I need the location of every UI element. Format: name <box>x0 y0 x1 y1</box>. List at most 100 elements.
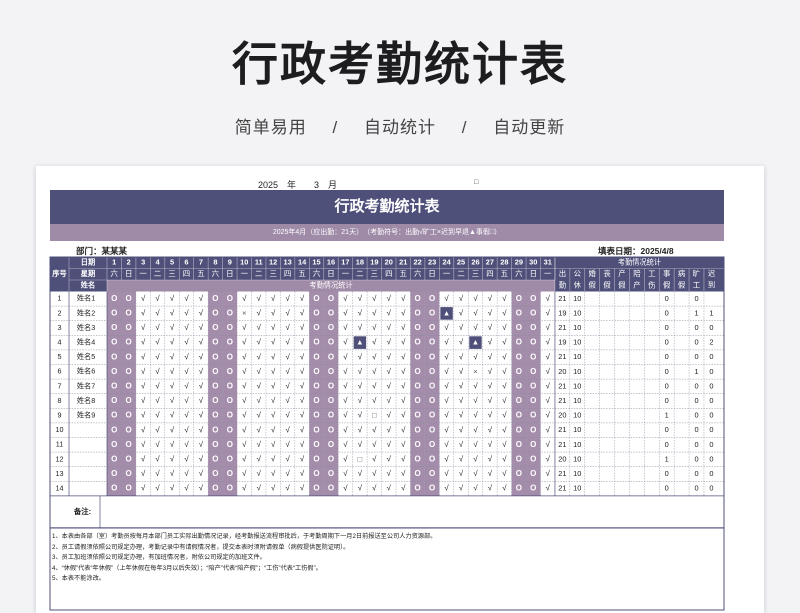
row-number: 3 <box>58 323 62 332</box>
rest-mark: O <box>516 425 522 434</box>
present-mark: √ <box>199 411 204 420</box>
rest-mark: O <box>328 309 334 318</box>
present-mark: √ <box>242 425 247 434</box>
day-number: 9 <box>228 258 232 267</box>
present-mark: √ <box>444 484 449 493</box>
day-number: 26 <box>471 258 479 267</box>
present-mark: √ <box>155 440 160 449</box>
present-mark: √ <box>546 308 551 317</box>
present-mark: √ <box>343 469 348 478</box>
present-mark: √ <box>170 411 175 420</box>
employee-name: 姓名7 <box>77 381 95 390</box>
stat-value: 0 <box>665 425 669 434</box>
rest-mark: O <box>415 338 421 347</box>
present-mark: √ <box>546 425 551 434</box>
present-mark: √ <box>358 469 363 478</box>
rest-mark: O <box>313 338 319 347</box>
present-mark: √ <box>285 454 290 463</box>
present-mark: √ <box>170 396 175 405</box>
weekday-label: 一 <box>139 269 147 278</box>
name-header: 姓名 <box>81 281 95 290</box>
rest-mark: O <box>126 367 132 376</box>
rest-mark: O <box>429 323 435 332</box>
stat-header: 勤 <box>559 281 566 290</box>
rest-mark: O <box>328 396 334 405</box>
present-mark: √ <box>170 425 175 434</box>
rest-mark: O <box>212 469 218 478</box>
present-mark: √ <box>473 294 478 303</box>
present-mark: √ <box>141 338 146 347</box>
weekday-label: 四 <box>385 269 392 278</box>
present-mark: √ <box>502 323 507 332</box>
stat-value: 0 <box>709 440 713 449</box>
rest-mark: O <box>227 323 233 332</box>
rest-mark: O <box>429 455 435 464</box>
employee-name: 姓名2 <box>77 308 95 317</box>
present-mark: √ <box>546 469 551 478</box>
present-mark: √ <box>257 440 262 449</box>
present-mark: √ <box>546 323 551 332</box>
stat-header: 事 <box>663 269 671 278</box>
employee-name: 姓名3 <box>77 323 95 332</box>
row-number: 11 <box>56 440 63 449</box>
stat-value: 0 <box>694 425 698 434</box>
rest-mark: O <box>313 294 319 303</box>
stat-value: 1 <box>665 454 669 463</box>
stat-value: 1 <box>709 308 713 317</box>
present-mark: √ <box>358 396 363 405</box>
rest-mark: O <box>227 352 233 361</box>
rest-mark: O <box>227 338 233 347</box>
present-mark: √ <box>401 454 406 463</box>
present-mark: √ <box>141 308 146 317</box>
rest-mark: O <box>313 396 319 405</box>
present-mark: √ <box>155 454 160 463</box>
weekday-header: 星期 <box>81 269 95 278</box>
present-mark: √ <box>502 381 507 390</box>
present-mark: √ <box>184 454 189 463</box>
note-line: 3、员工加班须依照公司规定办理，有加班情况者，附依公司规定的加班文件。 <box>52 554 266 561</box>
present-mark: √ <box>141 469 146 478</box>
present-mark: √ <box>473 381 478 390</box>
rest-mark: O <box>429 382 435 391</box>
present-mark: √ <box>459 323 464 332</box>
rest-mark: O <box>126 455 132 464</box>
rest-mark: O <box>126 352 132 361</box>
stat-value: 1 <box>665 411 669 420</box>
present-mark: √ <box>488 396 493 405</box>
day-number: 20 <box>385 258 393 267</box>
rest-mark: O <box>516 367 522 376</box>
stat-header: 伤 <box>648 281 655 290</box>
present-mark: √ <box>141 367 146 376</box>
present-mark: √ <box>184 469 189 478</box>
stat-value: 21 <box>558 425 566 434</box>
present-mark: √ <box>242 440 247 449</box>
rest-mark: O <box>516 382 522 391</box>
present-mark: √ <box>242 381 247 390</box>
present-mark: √ <box>546 440 551 449</box>
day-number: 13 <box>284 258 292 267</box>
present-mark: √ <box>257 294 262 303</box>
rest-mark: O <box>126 309 132 318</box>
rest-mark: O <box>328 469 334 478</box>
present-mark: √ <box>401 352 406 361</box>
rest-mark: O <box>516 455 522 464</box>
present-mark: √ <box>372 338 377 347</box>
rest-mark: O <box>111 294 117 303</box>
present-mark: √ <box>459 454 464 463</box>
present-mark: √ <box>300 352 305 361</box>
rest-mark: O <box>415 440 421 449</box>
present-mark: √ <box>170 469 175 478</box>
rest-mark: O <box>415 469 421 478</box>
present-mark: √ <box>372 469 377 478</box>
stat-value: 0 <box>665 308 669 317</box>
present-mark: √ <box>372 367 377 376</box>
rest-mark: O <box>126 294 132 303</box>
present-mark: √ <box>473 411 478 420</box>
rest-mark: O <box>415 294 421 303</box>
weekday-label: 四 <box>183 269 190 278</box>
stat-header: 旷 <box>693 269 700 278</box>
present-mark: √ <box>300 454 305 463</box>
stats-title: 考勤情况统计 <box>618 258 661 267</box>
present-mark: √ <box>387 454 392 463</box>
rest-mark: O <box>530 425 536 434</box>
